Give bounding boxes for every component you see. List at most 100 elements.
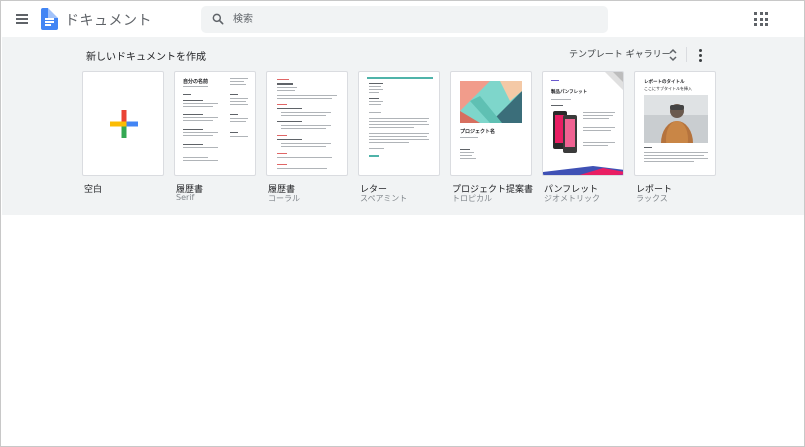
colorful-plus-icon	[110, 110, 138, 138]
template-gallery: 新しいドキュメントを作成 テンプレート ギャラリー 空白 自分の名前 履歴書 S…	[2, 37, 804, 215]
thumb-line	[460, 152, 474, 154]
template-subtitle: トロピカル	[452, 194, 492, 203]
thumb-line	[183, 135, 213, 137]
thumb-line	[183, 94, 191, 96]
thumb-line	[277, 90, 295, 92]
template-subtitle: ジオメトリック	[544, 194, 600, 203]
thumb-line	[369, 124, 429, 126]
thumb-title: 自分の名前	[183, 79, 209, 85]
menu-line	[16, 18, 28, 20]
template-card-brochure-geometric[interactable]: 製品パンフレット	[542, 71, 624, 176]
thumb-line	[583, 127, 615, 129]
search-box[interactable]	[201, 6, 608, 33]
thumb-line	[644, 158, 708, 160]
thumb-line	[230, 136, 248, 138]
thumb-line	[230, 118, 248, 120]
thumb-line	[369, 83, 383, 85]
thumb-line	[460, 137, 478, 139]
google-docs-icon[interactable]	[41, 8, 58, 30]
thumb-line	[369, 139, 429, 141]
thumb-line	[277, 83, 293, 85]
thumb-line	[583, 118, 609, 120]
thumb-line	[369, 148, 384, 150]
thumb-line	[644, 152, 708, 154]
apps-dot	[765, 23, 768, 26]
template-card-letter-spearmint[interactable]	[358, 71, 440, 176]
apps-dot	[759, 12, 763, 15]
thumb-line	[277, 108, 302, 110]
more-vert-icon[interactable]	[695, 47, 705, 63]
thumb-line	[460, 149, 470, 151]
thumb-line	[183, 157, 208, 159]
thumb-accent	[369, 155, 379, 157]
thumb-line	[281, 128, 326, 130]
menu-line	[16, 22, 28, 24]
apps-grid-icon[interactable]	[752, 10, 770, 28]
divider	[686, 47, 687, 62]
thumb-title: 製品パンフレット	[551, 90, 588, 95]
thumb-line	[369, 136, 427, 138]
thumb-subtitle: ここにサブタイトルを挿入	[644, 86, 692, 91]
search-icon[interactable]	[211, 12, 225, 26]
apps-dot	[754, 17, 757, 21]
main-menu-button[interactable]	[11, 9, 33, 29]
thumb-line	[183, 147, 218, 149]
template-card-resume-serif[interactable]: 自分の名前	[174, 71, 256, 176]
thumb-line	[277, 104, 287, 106]
thumb-line	[369, 127, 414, 129]
thumb-line	[230, 114, 238, 116]
apps-dot	[765, 12, 768, 15]
thumb-line	[644, 155, 704, 157]
thumb-line	[230, 81, 244, 83]
apps-dot	[759, 23, 763, 26]
template-card-blank[interactable]	[82, 71, 164, 176]
top-app-bar: ドキュメント	[1, 1, 804, 37]
thumb-line	[277, 79, 289, 81]
thumb-line	[277, 153, 287, 155]
apps-dot	[754, 23, 757, 26]
docs-home-window: ドキュメント 新しいドキュメントを作成 テンプレート ギャラリー	[0, 0, 805, 447]
thumb-line	[369, 86, 381, 88]
logo-line	[45, 21, 54, 23]
hamburger-menu-icon	[16, 14, 28, 16]
template-card-project-proposal-tropical[interactable]: プロジェクト名	[450, 71, 532, 176]
thumb-line	[583, 112, 615, 114]
thumb-line	[183, 120, 213, 122]
unfold-icon[interactable]	[668, 48, 678, 62]
thumb-line	[369, 89, 383, 91]
thumb-line	[277, 95, 337, 97]
thumb-line	[369, 112, 381, 114]
thumb-line	[281, 115, 326, 117]
thumb-line	[277, 164, 287, 166]
thumb-line	[460, 155, 472, 157]
logo-line	[45, 24, 51, 26]
thumb-line	[183, 103, 218, 105]
template-subtitle: コーラル	[268, 194, 300, 203]
thumb-line	[183, 106, 213, 108]
thumb-line	[369, 98, 379, 100]
thumb-line	[183, 86, 208, 88]
thumb-photo	[644, 95, 708, 143]
template-gallery-button[interactable]: テンプレート ギャラリー	[569, 47, 671, 60]
more-dot	[698, 54, 702, 57]
thumb-line	[277, 139, 302, 141]
thumb-line	[230, 84, 246, 86]
thumb-phone-image	[553, 111, 577, 153]
thumb-corner-shape	[605, 72, 623, 90]
thumb-line	[583, 142, 615, 144]
template-card-report-luxe[interactable]: レポートのタイトル ここにサブタイトルを挿入	[634, 71, 716, 176]
thumb-line	[369, 118, 429, 120]
thumb-line	[551, 80, 559, 82]
template-card-resume-coral[interactable]	[266, 71, 348, 176]
thumb-line	[277, 87, 297, 89]
search-input[interactable]	[233, 6, 593, 33]
thumb-line	[644, 161, 694, 163]
thumb-line	[369, 133, 429, 135]
thumb-line	[281, 146, 326, 148]
thumb-line	[281, 125, 331, 127]
thumb-line	[277, 168, 327, 170]
apps-dot	[754, 12, 757, 15]
app-title[interactable]: ドキュメント	[65, 10, 152, 30]
apps-dot	[759, 17, 763, 21]
thumb-line	[369, 121, 427, 123]
